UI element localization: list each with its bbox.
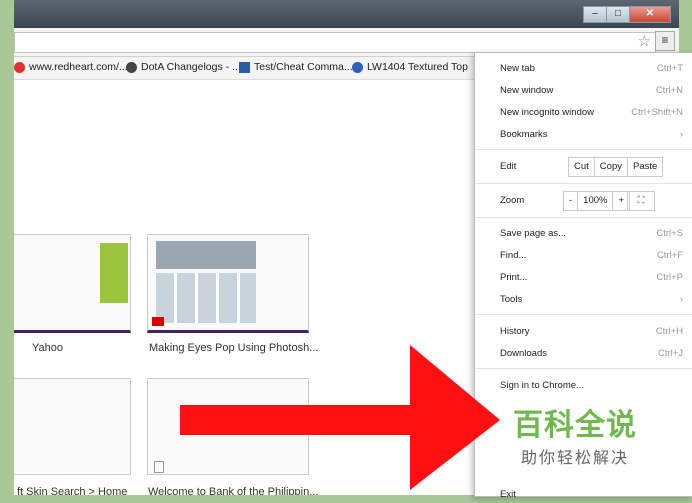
bookmark-item[interactable]: Test/Cheat Comma... <box>239 61 353 73</box>
tile-label[interactable]: ft Skin Search > Home <box>17 486 127 495</box>
chrome-menu-button[interactable]: ≡ <box>655 31 675 51</box>
site-favicon-icon <box>352 61 363 73</box>
tile-label[interactable]: Yahoo <box>32 342 63 354</box>
cut-button[interactable]: Cut <box>568 157 595 177</box>
menu-item-tools[interactable]: Tools › <box>500 292 683 308</box>
watermark: 百科全说 助你轻松解决 <box>513 400 637 468</box>
thumbnail-tile[interactable] <box>14 378 131 475</box>
bookmark-star-icon[interactable]: ☆ <box>638 32 651 50</box>
menu-item-new-tab[interactable]: New tab Ctrl+T <box>500 61 683 77</box>
bookmark-item[interactable]: www.redheart.com/... <box>14 61 128 73</box>
bookmark-item[interactable]: LW1404 Textured Top <box>352 61 468 73</box>
menu-item-downloads[interactable]: Downloads Ctrl+J <box>500 346 683 362</box>
paste-button[interactable]: Paste <box>626 157 664 177</box>
menu-item-find[interactable]: Find... Ctrl+F <box>500 248 683 264</box>
menu-item-save-page[interactable]: Save page as... Ctrl+S <box>500 226 683 242</box>
tile-thumbnail <box>100 243 128 303</box>
menu-item-sign-in[interactable]: Sign in to Chrome... <box>500 378 683 394</box>
menu-item-bookmarks[interactable]: Bookmarks › <box>500 127 683 143</box>
menu-item-exit[interactable]: Exit <box>500 487 683 503</box>
menu-divider <box>475 314 692 315</box>
minimize-button[interactable]: – <box>583 6 607 23</box>
address-bar[interactable]: ☆ <box>14 32 656 53</box>
zoom-level: 100% <box>577 191 614 211</box>
thumbnail-tile[interactable] <box>147 234 309 333</box>
youtube-icon <box>152 317 164 326</box>
menu-item-print[interactable]: Print... Ctrl+P <box>500 270 683 286</box>
fullscreen-icon[interactable]: ⛶ <box>627 191 655 211</box>
chevron-right-icon: › <box>679 294 683 305</box>
bookmark-item[interactable]: DotA Changelogs - ... <box>126 61 241 73</box>
site-favicon-icon <box>126 61 137 73</box>
thumbnail-tile[interactable] <box>14 234 131 333</box>
title-bar: – □ ✕ <box>14 0 679 28</box>
watermark-title: 百科全说 <box>513 409 637 442</box>
zoom-out-button[interactable]: - <box>563 191 579 211</box>
site-favicon-icon <box>14 61 25 73</box>
watermark-subtitle: 助你轻松解决 <box>520 450 629 467</box>
menu-divider <box>475 183 692 184</box>
page-icon <box>154 461 164 473</box>
close-button[interactable]: ✕ <box>629 6 671 23</box>
menu-item-history[interactable]: History Ctrl+H <box>500 324 683 340</box>
copy-button[interactable]: Copy <box>593 157 628 177</box>
menu-divider <box>475 217 692 218</box>
maximize-button[interactable]: □ <box>606 6 630 23</box>
menu-divider <box>475 149 692 150</box>
tile-thumbnail <box>156 241 256 269</box>
menu-divider <box>475 368 692 369</box>
chevron-right-icon: › <box>679 129 683 140</box>
tile-thumbnail <box>156 273 256 323</box>
menu-item-new-window[interactable]: New window Ctrl+N <box>500 83 683 99</box>
site-favicon-icon <box>239 61 250 73</box>
menu-item-incognito[interactable]: New incognito window Ctrl+Shift+N <box>500 105 683 121</box>
pointer-arrow-icon <box>180 345 500 490</box>
